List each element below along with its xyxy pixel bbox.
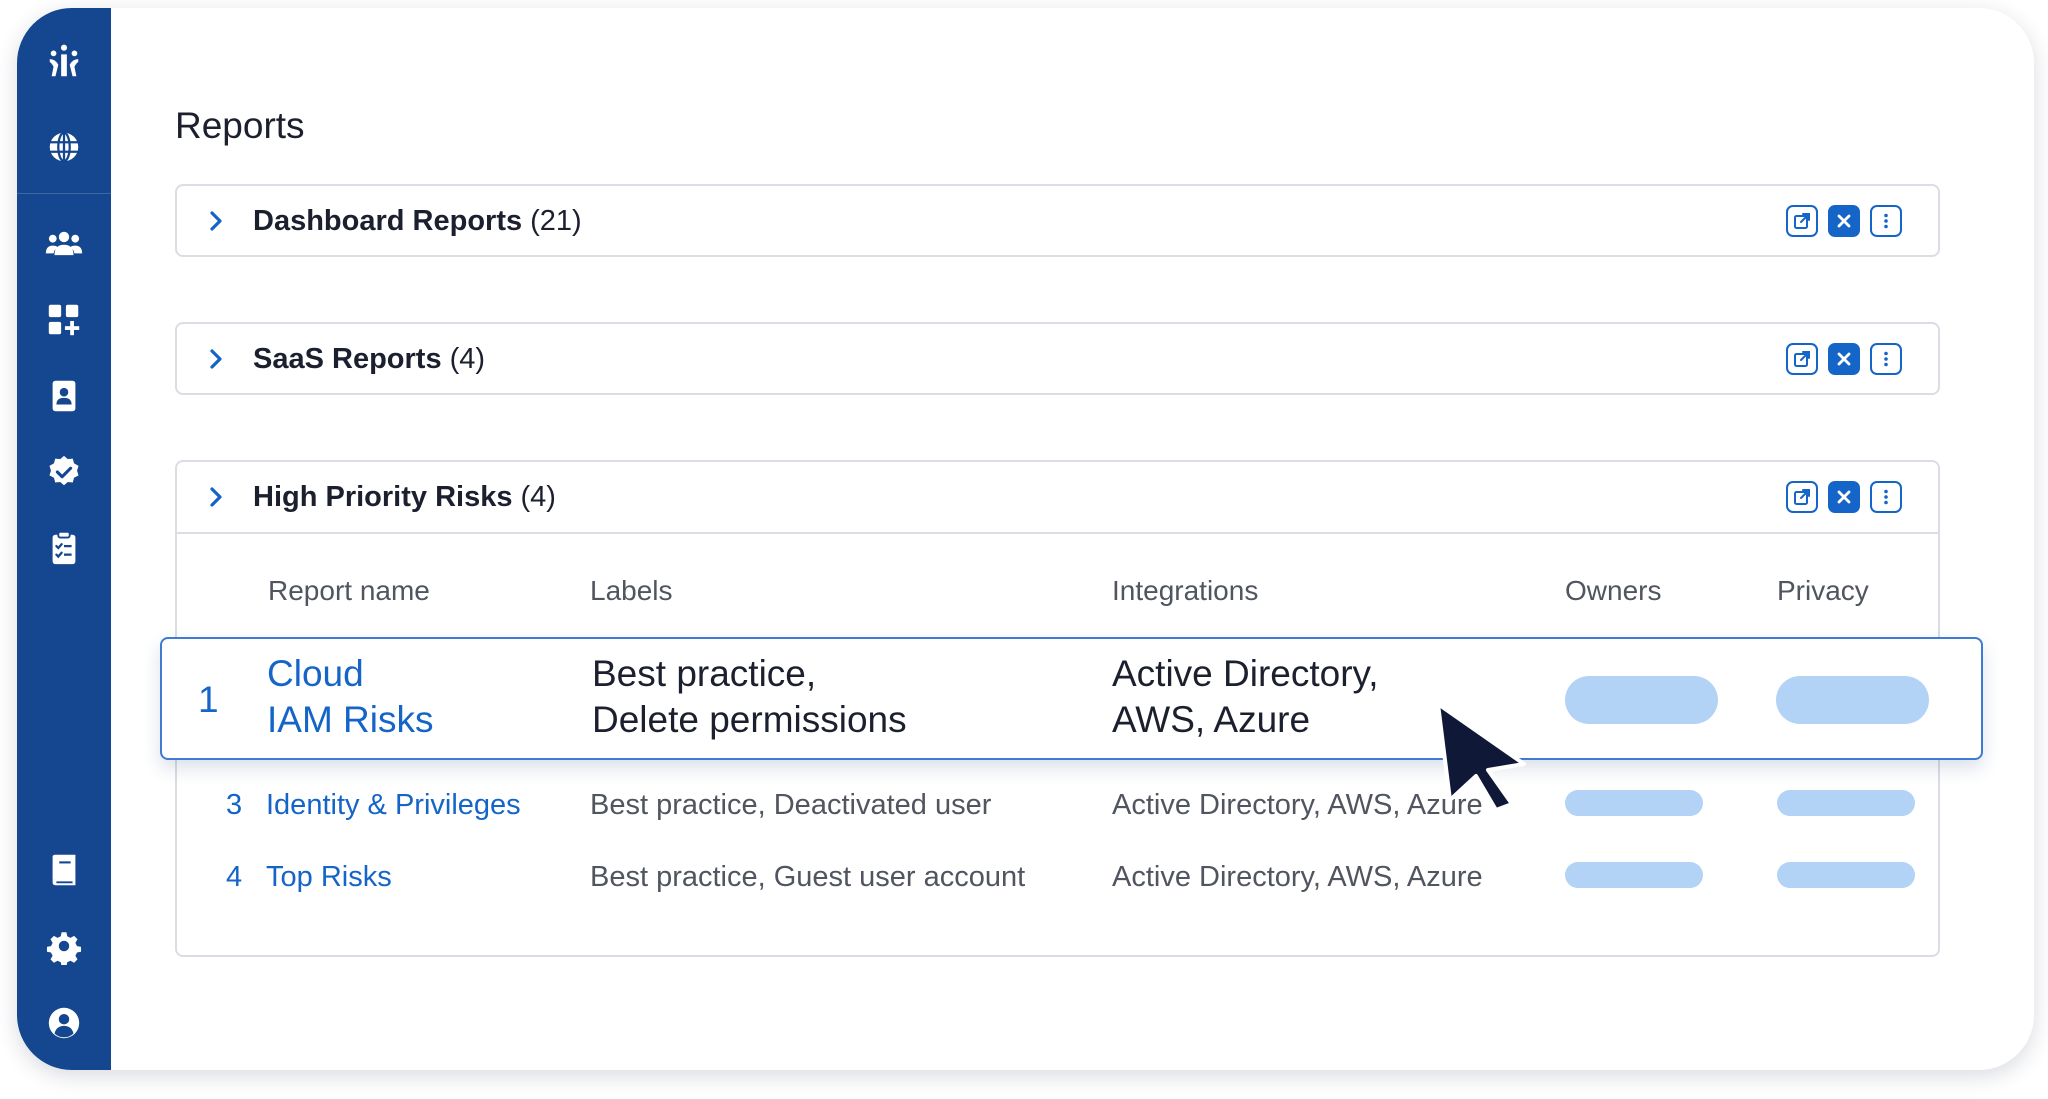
row-number: 1 xyxy=(198,679,219,720)
privacy-placeholder xyxy=(1776,676,1929,724)
panel-header[interactable]: SaaS Reports (4) xyxy=(177,324,1938,394)
vertical-dots-icon xyxy=(1884,351,1888,367)
column-header-owners[interactable]: Owners xyxy=(1565,575,1661,607)
panel-title: SaaS Reports xyxy=(253,342,442,375)
globe-icon[interactable] xyxy=(17,117,111,177)
owners-placeholder xyxy=(1565,790,1703,816)
panel-actions xyxy=(1786,481,1902,513)
column-header-integrations[interactable]: Integrations xyxy=(1112,575,1258,607)
integrations-cell: Active Directory, AWS, Azure xyxy=(1112,651,1379,743)
close-icon xyxy=(1837,490,1851,504)
row-number: 4 xyxy=(226,861,243,893)
report-name-line: IAM Risks xyxy=(267,699,434,740)
user-circle-icon[interactable] xyxy=(17,993,111,1053)
table-row-highlighted[interactable]: 1 Cloud IAM Risks Best practice, Delete … xyxy=(160,637,1983,760)
panel-saas-reports: SaaS Reports (4) xyxy=(175,322,1940,395)
chevron-right-icon[interactable] xyxy=(202,345,230,373)
export-button[interactable] xyxy=(1786,481,1818,513)
labels-cell: Best practice, Delete permissions xyxy=(592,651,907,743)
panel-count: (4) xyxy=(520,480,556,513)
integrations-cell: Active Directory, AWS, Azure xyxy=(1112,789,1483,821)
chevron-right-icon[interactable] xyxy=(202,207,230,235)
clipboard-checklist-icon[interactable] xyxy=(17,518,111,578)
column-header-privacy[interactable]: Privacy xyxy=(1777,575,1869,607)
vertical-dots-icon xyxy=(1884,489,1888,505)
panel-title: High Priority Risks xyxy=(253,480,513,513)
privacy-placeholder xyxy=(1777,790,1915,816)
labels-cell: Best practice, Deactivated user xyxy=(590,789,992,821)
apps-add-icon[interactable] xyxy=(17,290,111,350)
sidebar-divider xyxy=(17,193,111,194)
gear-icon[interactable] xyxy=(17,916,111,976)
id-badge-icon[interactable] xyxy=(17,366,111,426)
integrations-line: Active Directory, xyxy=(1112,653,1379,694)
owners-placeholder xyxy=(1565,862,1703,888)
sidebar xyxy=(17,8,111,1070)
brand-logo-icon[interactable] xyxy=(17,31,111,91)
column-header-labels[interactable]: Labels xyxy=(590,575,673,607)
labels-cell: Best practice, Guest user account xyxy=(590,861,1026,893)
export-button[interactable] xyxy=(1786,343,1818,375)
privacy-placeholder xyxy=(1777,862,1915,888)
integrations-cell: Active Directory, AWS, Azure xyxy=(1112,861,1483,893)
report-name-link[interactable]: Cloud IAM Risks xyxy=(267,651,434,743)
export-icon xyxy=(1794,351,1810,367)
report-name-link[interactable]: Identity & Privileges xyxy=(266,789,521,822)
panel-dashboard-reports: Dashboard Reports (21) xyxy=(175,184,1940,257)
panel-header[interactable]: Dashboard Reports (21) xyxy=(177,186,1938,256)
close-icon xyxy=(1837,352,1851,366)
panel-actions xyxy=(1786,343,1902,375)
panel-actions xyxy=(1786,205,1902,237)
panel-count: (21) xyxy=(530,204,582,237)
chevron-right-icon[interactable] xyxy=(202,483,230,511)
close-button[interactable] xyxy=(1828,205,1860,237)
integrations-line: AWS, Azure xyxy=(1112,699,1311,740)
export-icon xyxy=(1794,213,1810,229)
page-title: Reports xyxy=(175,105,305,146)
close-button[interactable] xyxy=(1828,481,1860,513)
close-button[interactable] xyxy=(1828,343,1860,375)
panel-title: Dashboard Reports xyxy=(253,204,523,237)
export-icon xyxy=(1794,489,1810,505)
users-icon[interactable] xyxy=(17,213,111,273)
export-button[interactable] xyxy=(1786,205,1818,237)
mouse-pointer-icon xyxy=(1436,702,1526,810)
panel-count: (4) xyxy=(449,342,486,375)
panel-divider xyxy=(177,532,1938,534)
labels-line: Best practice, xyxy=(592,653,817,694)
more-options-button[interactable] xyxy=(1870,481,1902,513)
row-number: 3 xyxy=(226,789,243,821)
close-icon xyxy=(1837,214,1851,228)
verified-badge-icon[interactable] xyxy=(17,442,111,502)
column-header-report-name[interactable]: Report name xyxy=(268,575,430,607)
vertical-dots-icon xyxy=(1884,213,1888,229)
owners-placeholder xyxy=(1565,676,1718,724)
report-name-link[interactable]: Top Risks xyxy=(266,861,392,894)
more-options-button[interactable] xyxy=(1870,205,1902,237)
labels-line: Delete permissions xyxy=(592,699,907,740)
panel-header[interactable]: High Priority Risks (4) xyxy=(177,462,1938,532)
book-icon[interactable] xyxy=(17,840,111,900)
report-name-line: Cloud xyxy=(267,653,364,694)
more-options-button[interactable] xyxy=(1870,343,1902,375)
